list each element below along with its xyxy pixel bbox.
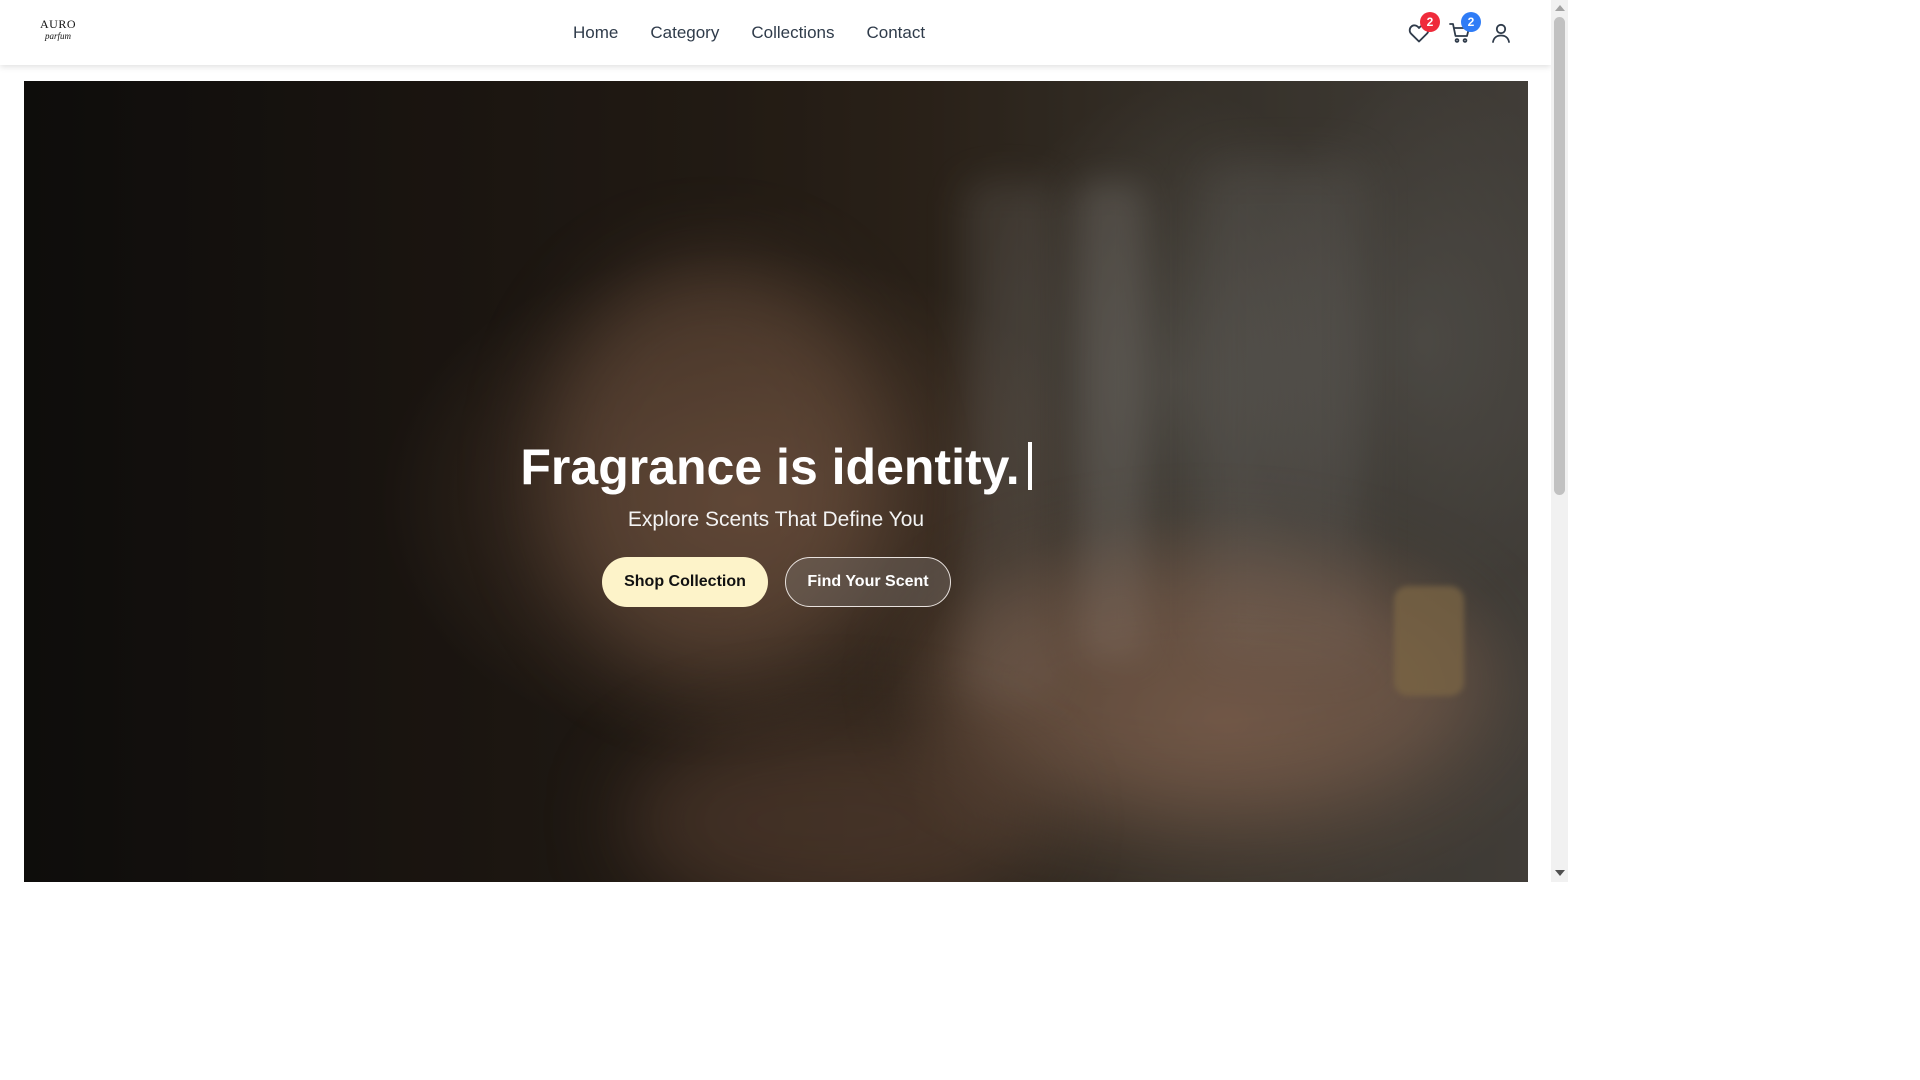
shop-collection-button[interactable]: Shop Collection [602,557,768,607]
scrollbar-thumb[interactable] [1554,17,1565,495]
hero-subtitle: Explore Scents That Define You [627,508,925,531]
hero-title: Fragrance is identity. [24,437,1528,497]
header-actions: 2 2 [1400,12,1520,48]
hero-cta-group: Shop Collection Find Your Scent [602,557,951,607]
nav-contact[interactable]: Contact [867,22,926,44]
nav-home[interactable]: Home [573,22,618,44]
nav-collections[interactable]: Collections [751,22,834,44]
page-scrollbar[interactable] [1551,0,1568,882]
user-icon [1492,23,1510,43]
main-nav: Home Category Collections Contact [573,22,925,44]
site-header: AURO parfum Home Category Collections Co… [0,0,1551,65]
logo-script: parfum [44,31,71,41]
nav-category[interactable]: Category [650,22,719,44]
cart-button[interactable]: 2 [1445,12,1481,48]
scroll-down-arrow-icon[interactable] [1555,870,1565,876]
find-your-scent-button[interactable]: Find Your Scent [785,557,951,607]
typing-cursor [1027,442,1032,490]
wishlist-count-badge: 2 [1420,12,1440,32]
page: AURO parfum Home Category Collections Co… [0,0,1568,882]
brand-logo[interactable]: AURO parfum [36,18,80,48]
logo-wordmark: AURO [39,17,76,31]
cart-count-badge: 2 [1461,12,1481,32]
hero-title-text: Fragrance is identity. [520,439,1020,495]
account-button[interactable] [1486,18,1516,48]
scroll-up-arrow-icon[interactable] [1555,5,1565,11]
wishlist-button[interactable]: 2 [1404,12,1440,48]
hero-banner: Fragrance is identity. Explore Scents Th… [24,81,1528,882]
